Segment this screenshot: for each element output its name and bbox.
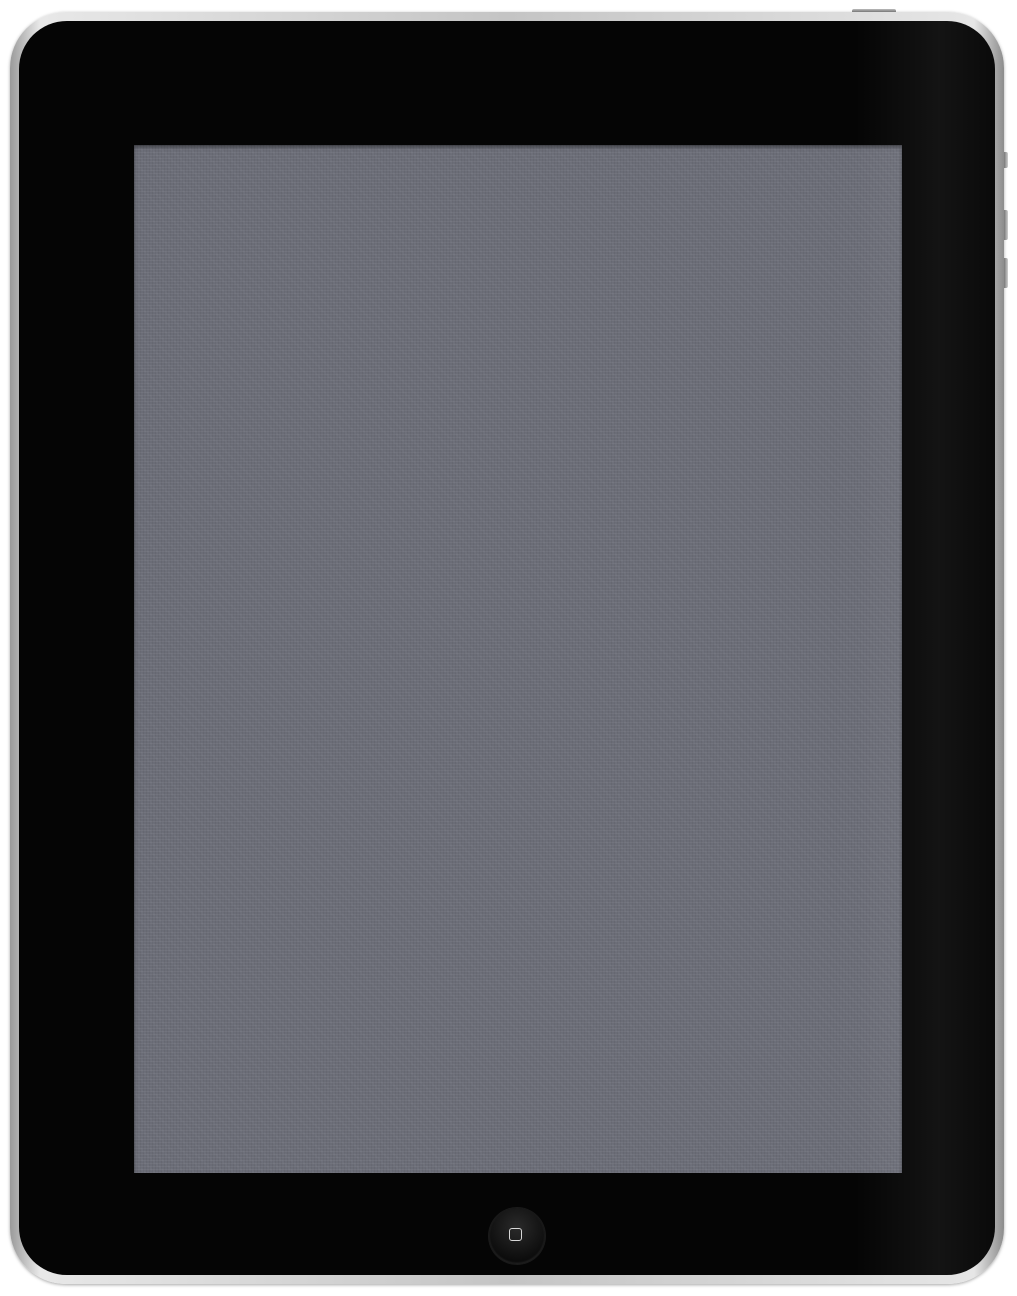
orientation-lock-switch[interactable] <box>1004 152 1008 168</box>
ipad-device-frame <box>10 9 1008 1284</box>
home-button[interactable] <box>489 1208 545 1264</box>
sleep-wake-button[interactable] <box>852 9 896 12</box>
volume-up-button[interactable] <box>1004 210 1008 240</box>
device-bezel <box>19 21 995 1275</box>
volume-down-button[interactable] <box>1004 258 1008 288</box>
home-button-square-icon <box>509 1228 522 1241</box>
device-screen[interactable] <box>134 145 902 1173</box>
